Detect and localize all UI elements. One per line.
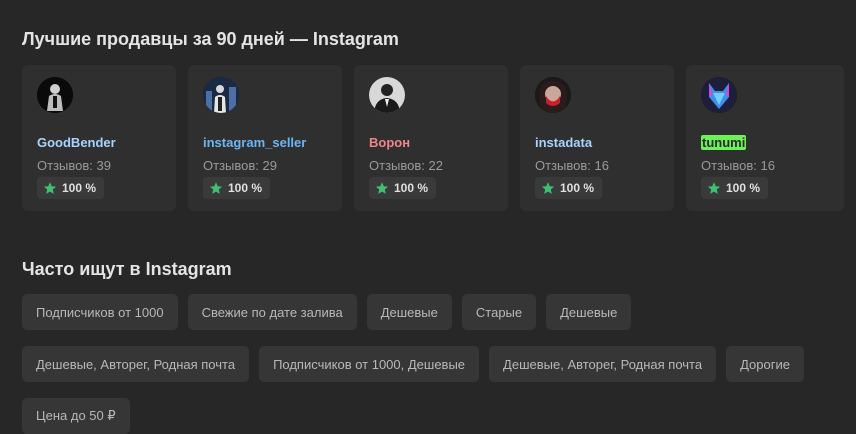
seller-reviews: Отзывов: 29 [203,158,277,173]
seller-card-instadata[interactable]: instadata Отзывов: 16 100 % [520,65,674,211]
search-chip[interactable]: Старые [461,294,537,330]
rating-badge: 100 % [535,177,603,199]
suited-man-avatar[interactable] [369,77,405,113]
rating-value: 100 % [726,181,761,195]
seller-name[interactable]: instagram_seller [203,135,306,150]
seller-card-goodbender[interactable]: GoodBender Отзывов: 39 100 % [22,65,176,211]
star-icon [707,182,721,194]
rating-value: 100 % [560,181,595,195]
star-icon [375,182,389,194]
seller-name[interactable]: instadata [535,135,592,150]
top-sellers-title: Лучшие продавцы за 90 дней — Instagram [22,29,399,49]
rating-value: 100 % [62,181,97,195]
search-chip[interactable]: Дешевые [546,294,632,330]
city-night-avatar[interactable] [203,77,239,113]
rating-badge: 100 % [701,177,769,199]
star-icon [209,182,223,194]
search-chip[interactable]: Дешевые, Авторег, Родная почта [489,346,717,382]
top-sellers-list: GoodBender Отзывов: 39 100 % instagram_s… [22,65,844,211]
red-mask-avatar[interactable] [535,77,571,113]
search-chip[interactable]: Дорогие [726,346,804,382]
blue-wolf-avatar[interactable] [701,77,737,113]
rating-badge: 100 % [369,177,437,199]
search-chip[interactable]: Цена до 50 ₽ [22,398,130,434]
popular-searches-list: Подписчиков от 1000 Свежие по дате залив… [22,294,842,434]
search-chip[interactable]: Подписчиков от 1000 [22,294,178,330]
seller-name[interactable]: Ворон [369,135,410,150]
seller-reviews: Отзывов: 39 [37,158,111,173]
search-chip[interactable]: Дешевые [366,294,452,330]
star-icon [541,182,555,194]
search-chip[interactable]: Дешевые, Авторег, Родная почта [22,346,250,382]
rating-value: 100 % [394,181,429,195]
seller-card-tunumi[interactable]: tunumi Отзывов: 16 100 % [686,65,844,211]
seller-reviews: Отзывов: 22 [369,158,443,173]
seller-name[interactable]: tunumi [701,135,747,150]
seller-reviews: Отзывов: 16 [535,158,609,173]
search-chip[interactable]: Подписчиков от 1000, Дешевые [259,346,480,382]
seller-card-voron[interactable]: Ворон Отзывов: 22 100 % [354,65,508,211]
star-icon [43,182,57,194]
seller-card-instagram-seller[interactable]: instagram_seller Отзывов: 29 100 % [188,65,342,211]
rating-badge: 100 % [37,177,105,199]
rating-value: 100 % [228,181,263,195]
rating-badge: 100 % [203,177,271,199]
seller-name[interactable]: GoodBender [37,135,116,150]
dark-figure-avatar[interactable] [37,77,73,113]
popular-searches-title: Часто ищут в Instagram [22,259,232,279]
seller-reviews: Отзывов: 16 [701,158,775,173]
search-chip[interactable]: Свежие по дате залива [187,294,357,330]
